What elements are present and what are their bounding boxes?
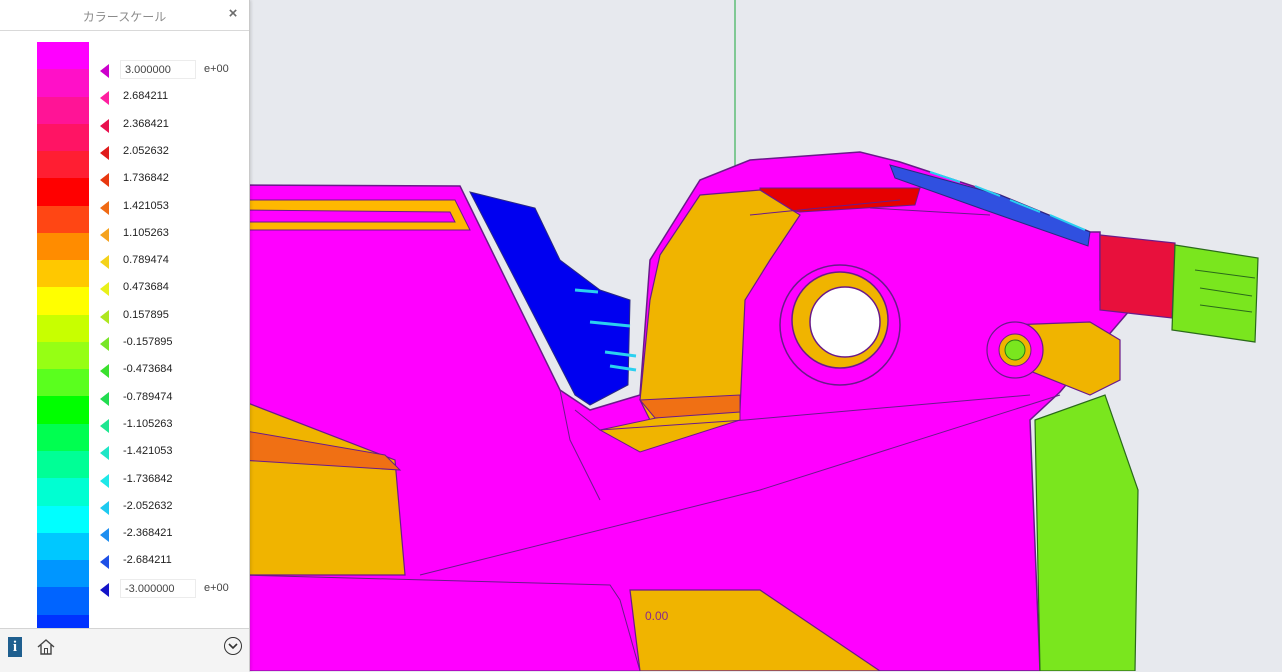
scale-value: -1.421053 [123, 445, 173, 458]
chevron-down-circle-icon[interactable] [224, 637, 242, 655]
scale-value: 1.736842 [123, 172, 169, 185]
scale-value: -0.789474 [123, 390, 173, 403]
scale-label-row: -1.421053 [100, 442, 240, 462]
scale-label-row: 2.052632 [100, 142, 240, 162]
scale-value: -2.684211 [123, 554, 172, 567]
scale-label-row: 1.105263 [100, 224, 240, 244]
scale-value: 0.473684 [123, 281, 169, 294]
scale-label-row: 0.789474 [100, 251, 240, 271]
viewport-watermark: 0.00 [645, 609, 669, 623]
color-band [37, 314, 89, 342]
color-band [37, 423, 89, 451]
scale-label-row: -0.789474 [100, 388, 240, 408]
panel-title: カラースケール [82, 10, 167, 24]
color-band [37, 123, 89, 152]
scale-marker-icon[interactable] [100, 173, 109, 188]
scale-label-row: 1.421053 [100, 197, 240, 217]
min-exponent: e+00 [204, 581, 229, 594]
scale-label-row: 3.000000 e+00 [100, 60, 240, 80]
scale-value: 1.421053 [123, 199, 169, 212]
scale-value: -2.368421 [123, 527, 173, 540]
scale-marker-icon[interactable] [100, 500, 109, 515]
scale-value: 0.157895 [123, 308, 169, 321]
color-band [37, 341, 89, 370]
color-band [37, 232, 89, 261]
scale-label-row: -1.736842 [100, 470, 240, 490]
scale-marker-icon[interactable] [100, 418, 109, 433]
scale-marker-icon[interactable] [100, 582, 109, 597]
scale-label-row: -1.105263 [100, 415, 240, 435]
panel-header: カラースケール × [0, 0, 249, 31]
max-value-input[interactable]: 3.000000 [120, 60, 196, 79]
color-band [37, 151, 89, 179]
scale-marker-icon[interactable] [100, 91, 109, 106]
scale-marker-icon[interactable] [100, 145, 109, 160]
color-band [37, 369, 89, 397]
scale-label-row: 2.684211 [100, 87, 240, 107]
color-band [37, 532, 89, 561]
color-band [37, 96, 89, 124]
color-scale-panel: カラースケール × 3.000000 e+00 2.684211 2.368421 2.… [0, 0, 250, 672]
color-band [37, 260, 89, 288]
scale-marker-icon[interactable] [100, 118, 109, 133]
scale-value: -1.105263 [123, 417, 173, 430]
color-band [37, 478, 89, 506]
scale-marker-icon[interactable] [100, 446, 109, 461]
scale-label-row: -3.000000 e+00 [100, 578, 240, 599]
color-band [37, 587, 89, 615]
scale-value: 0.789474 [123, 254, 169, 267]
scale-value: -0.157895 [123, 336, 173, 348]
scale-marker-icon[interactable] [100, 282, 109, 297]
color-band [37, 205, 89, 233]
close-icon[interactable]: × [225, 5, 241, 23]
home-icon[interactable] [36, 637, 56, 657]
scale-label-row: 2.368421 [100, 115, 240, 135]
color-band [37, 287, 89, 315]
scale-value: 2.052632 [123, 144, 169, 157]
scale-marker-icon[interactable] [100, 555, 109, 570]
scale-marker-icon[interactable] [100, 337, 109, 351]
scale-label-row: -2.684211 [100, 551, 240, 571]
scale-value: -0.473684 [123, 363, 173, 376]
scale-marker-icon[interactable] [100, 364, 109, 379]
info-icon[interactable]: i [8, 637, 22, 657]
min-value-input[interactable]: -3.000000 [120, 578, 196, 598]
scale-marker-icon[interactable] [100, 528, 109, 543]
color-band [37, 560, 89, 588]
scale-value: -1.736842 [123, 472, 173, 485]
color-band [37, 450, 89, 479]
scale-label-row: 0.157895 [100, 306, 240, 326]
scale-marker-icon[interactable] [100, 391, 109, 406]
scale-marker-icon[interactable] [100, 200, 109, 215]
scale-marker-icon[interactable] [100, 255, 109, 270]
color-bar [37, 42, 89, 670]
scale-label-row: -0.157895 [100, 333, 240, 353]
panel-footer: i [0, 628, 249, 672]
scale-label-row: 1.736842 [100, 169, 240, 189]
scale-value: 1.105263 [123, 226, 169, 239]
max-exponent: e+00 [204, 63, 229, 75]
color-band [37, 396, 89, 424]
scale-marker-icon[interactable] [100, 473, 109, 488]
scale-label-row: -2.368421 [100, 524, 240, 544]
scale-value: 2.684211 [123, 90, 169, 103]
scale-value: -2.052632 [123, 499, 173, 512]
scale-marker-icon[interactable] [100, 227, 109, 242]
color-band [37, 505, 89, 533]
scale-marker-icon[interactable] [100, 64, 109, 78]
color-band [37, 42, 89, 70]
scale-label-row: 0.473684 [100, 278, 240, 298]
scale-marker-icon[interactable] [100, 309, 109, 324]
color-band [37, 178, 89, 206]
scale-label-row: -0.473684 [100, 360, 240, 380]
scale-value: 2.368421 [123, 117, 169, 130]
scale-label-row: -2.052632 [100, 497, 240, 517]
color-band [37, 69, 89, 97]
